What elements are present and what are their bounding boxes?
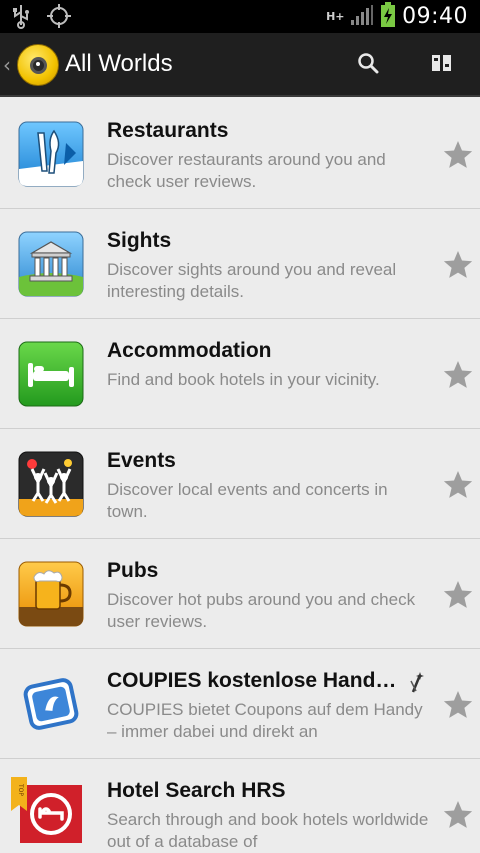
page-title: All Worlds [65,50,173,77]
item-title: Pubs [107,559,159,582]
restaurant-icon [18,121,84,187]
list-item-restaurants[interactable]: Restaurants Discover restaurants around … [0,99,480,209]
battery-charging-icon [380,1,396,32]
magic-wand-icon [408,671,426,693]
hrs-hotel-icon [18,781,84,847]
signal-icon [350,4,374,30]
map-icon [431,53,453,77]
top-badge: TOP [11,777,27,811]
accommodation-icon [18,341,84,407]
star-icon[interactable] [442,249,474,281]
map-button[interactable] [422,47,462,83]
item-title: Accommodation [107,339,272,362]
item-title: Hotel Search HRS [107,779,286,802]
item-description: Search through and book hotels worldwide… [107,810,429,851]
star-icon[interactable] [442,579,474,611]
item-title: Sights [107,229,172,252]
up-chevron-icon[interactable]: ‹ [3,53,11,77]
search-icon [357,52,379,78]
star-icon[interactable] [442,469,474,501]
item-description: Discover local events and concerts in to… [107,480,388,521]
star-icon[interactable] [442,689,474,721]
svg-text:TOP: TOP [17,783,24,796]
item-description: Find and book hotels in your vicinity. [107,370,380,389]
list-item-pubs[interactable]: Pubs Discover hot pubs around you and ch… [0,539,480,649]
item-description: COUPIES bietet Coupons auf dem Handy – i… [107,700,423,741]
item-title: COUPIES kostenlose Handy-Coupons [107,669,402,692]
star-icon[interactable] [442,139,474,171]
sights-icon [18,231,84,297]
gps-icon [46,3,72,33]
clock: 09:40 [402,4,468,29]
list-item-coupies[interactable]: COUPIES kostenlose Handy-Coupons COUPIES… [0,649,480,759]
star-icon[interactable] [442,799,474,831]
list-item-events[interactable]: Events Discover local events and concert… [0,429,480,539]
pubs-icon [18,561,84,627]
worlds-list: Restaurants Discover restaurants around … [0,99,480,853]
item-description: Discover sights around you and reveal in… [107,260,397,301]
list-item-accommodation[interactable]: Accommodation Find and book hotels in yo… [0,319,480,429]
status-bar: H+ 09:40 [0,0,480,33]
star-icon[interactable] [442,359,474,391]
network-type: H+ [326,9,345,23]
item-description: Discover restaurants around you and chec… [107,150,386,191]
app-logo-eye-icon[interactable] [17,44,59,86]
item-description: Discover hot pubs around you and check u… [107,590,416,631]
action-bar: ‹ All Worlds [0,33,480,97]
item-title: Events [107,449,176,472]
events-icon [18,451,84,517]
search-button[interactable] [348,47,388,83]
item-title: Restaurants [107,119,229,142]
list-item-sights[interactable]: Sights Discover sights around you and re… [0,209,480,319]
coupies-icon [18,671,84,737]
usb-icon [10,3,32,33]
list-item-hotel-search-hrs[interactable]: TOP Hotel Search HRS Search through and … [0,759,480,853]
